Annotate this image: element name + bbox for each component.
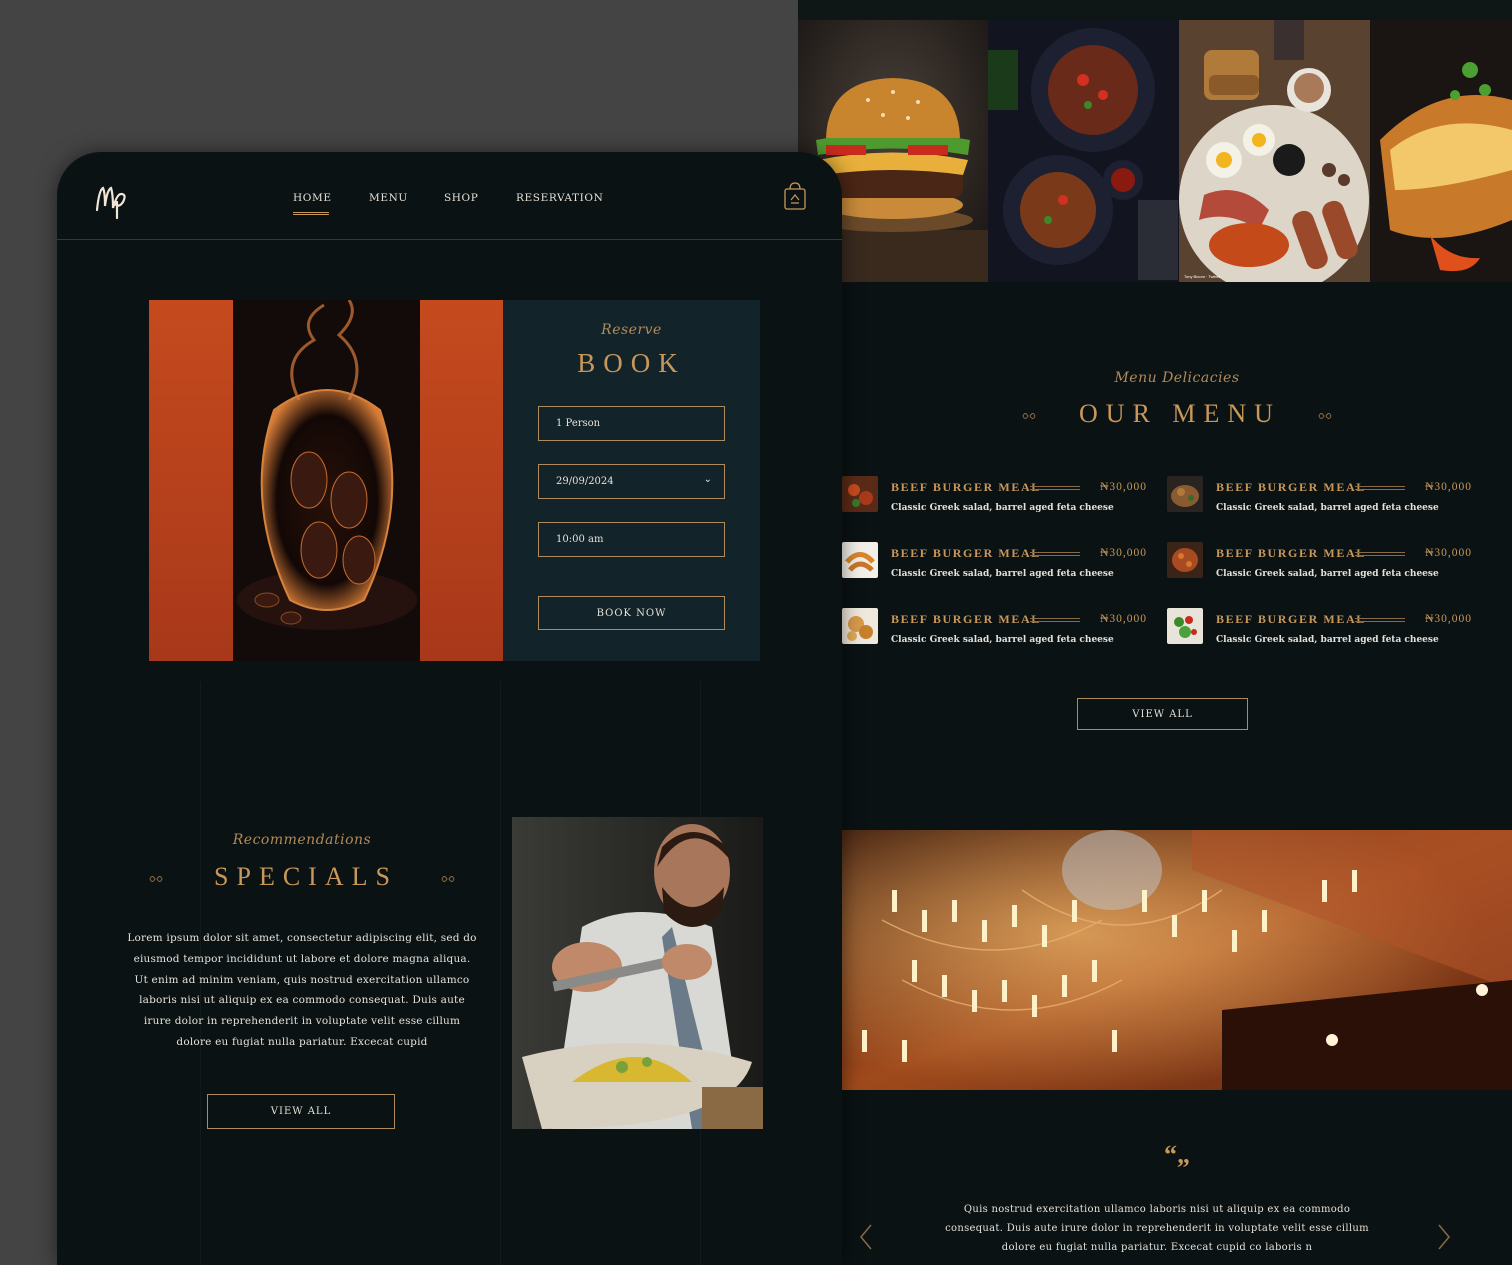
dish-thumbnail bbox=[842, 542, 878, 578]
svg-text:Tony Bloom · Twitter: Tony Bloom · Twitter bbox=[1184, 274, 1221, 279]
menu-item-price: ₦30,000 bbox=[1425, 547, 1472, 559]
menu-view-all-button[interactable]: VIEW ALL bbox=[1077, 698, 1248, 730]
menu-item[interactable]: BEEF BURGER MEAL ₦30,000 Classic Greek s… bbox=[842, 538, 1147, 582]
menu-item-price: ₦30,000 bbox=[1100, 613, 1147, 625]
booking-script-title: Reserve bbox=[601, 322, 662, 338]
menu-item-price: ₦30,000 bbox=[1100, 481, 1147, 493]
menu-item-price: ₦30,000 bbox=[1425, 481, 1472, 493]
divider bbox=[1030, 618, 1080, 622]
breakfast-photo: Tony Bloom · Twitter bbox=[1179, 20, 1370, 282]
menu-item[interactable]: BEEF BURGER MEAL ₦30,000 Classic Greek s… bbox=[842, 604, 1147, 648]
menu-item-description: Classic Greek salad, barrel aged feta ch… bbox=[1216, 569, 1439, 579]
menu-item-name: BEEF BURGER MEAL bbox=[1216, 480, 1366, 494]
dish-thumbnail bbox=[1167, 608, 1203, 644]
specials-script-title: Recommendations bbox=[232, 832, 372, 848]
menu-page-screen: Tony Bloom · Twitter Menu Delicacies OUR… bbox=[798, 0, 1512, 1265]
top-strip bbox=[798, 0, 1512, 20]
menu-item-name: BEEF BURGER MEAL bbox=[891, 480, 1041, 494]
menu-item-name: BEEF BURGER MEAL bbox=[891, 612, 1041, 626]
menu-title-row: OUR MENU bbox=[842, 399, 1512, 429]
pasta-plates-photo bbox=[988, 20, 1179, 282]
divider bbox=[1355, 486, 1405, 490]
menu-item[interactable]: BEEF BURGER MEAL ₦30,000 Classic Greek s… bbox=[1167, 604, 1472, 648]
divider bbox=[1355, 618, 1405, 622]
specials-view-all-button[interactable]: VIEW ALL bbox=[207, 1094, 395, 1129]
menu-title: OUR MENU bbox=[1079, 399, 1281, 428]
dish-thumbnail bbox=[842, 608, 878, 644]
menu-item[interactable]: BEEF BURGER MEAL ₦30,000 Classic Greek s… bbox=[1167, 538, 1472, 582]
menu-item-price: ₦30,000 bbox=[1425, 613, 1472, 625]
active-nav-indicator bbox=[293, 212, 329, 215]
menu-item-name: BEEF BURGER MEAL bbox=[891, 546, 1041, 560]
divider bbox=[1355, 552, 1405, 556]
divider bbox=[1030, 486, 1080, 490]
ornament-icon bbox=[1021, 413, 1036, 420]
nav-shop[interactable]: SHOP bbox=[444, 192, 478, 204]
specials-title: SPECIALS bbox=[214, 862, 398, 891]
specials-title-row: SPECIALS bbox=[127, 862, 477, 892]
dish-thumbnail bbox=[1167, 542, 1203, 578]
menu-item-name: BEEF BURGER MEAL bbox=[1216, 546, 1366, 560]
restaurant-interior-photo bbox=[842, 830, 1512, 1090]
date-field[interactable]: 29/09/2024 ⌄ bbox=[538, 464, 725, 499]
menu-section: Menu Delicacies OUR MENU BEEF BURGER MEA… bbox=[842, 370, 1512, 730]
menu-item[interactable]: BEEF BURGER MEAL ₦30,000 Classic Greek s… bbox=[842, 472, 1147, 516]
testimonial-text: Quis nostrud exercitation ullamco labori… bbox=[945, 1204, 1369, 1253]
shopping-bag-icon[interactable] bbox=[784, 182, 806, 210]
menu-item-name: BEEF BURGER MEAL bbox=[1216, 612, 1366, 626]
persons-field[interactable]: 1 Person bbox=[538, 406, 725, 441]
chef-photo bbox=[512, 817, 763, 1129]
menu-item[interactable]: BEEF BURGER MEAL ₦30,000 Classic Greek s… bbox=[1167, 472, 1472, 516]
ornament-icon bbox=[441, 876, 455, 883]
ornament-icon bbox=[1318, 413, 1333, 420]
grid-line bbox=[500, 682, 501, 1265]
enchilada-photo bbox=[1370, 20, 1512, 282]
nav-home[interactable]: HOME bbox=[293, 192, 332, 204]
dish-thumbnail bbox=[842, 476, 878, 512]
chevron-down-icon: ⌄ bbox=[703, 474, 712, 485]
nav-reservation[interactable]: RESERVATION bbox=[516, 192, 603, 204]
menu-item-description: Classic Greek salad, barrel aged feta ch… bbox=[1216, 503, 1439, 513]
menu-item-price: ₦30,000 bbox=[1100, 547, 1147, 559]
quote-mark: “„ bbox=[1164, 1140, 1190, 1169]
dish-thumbnail bbox=[1167, 476, 1203, 512]
time-field[interactable]: 10:00 am bbox=[538, 522, 725, 557]
menu-item-description: Classic Greek salad, barrel aged feta ch… bbox=[891, 569, 1114, 579]
nav-menu[interactable]: MENU bbox=[369, 192, 408, 204]
booking-panel: Reserve BOOK 1 Person 29/09/2024 ⌄ 10:00… bbox=[503, 300, 760, 661]
hero-image bbox=[149, 300, 503, 661]
logo-monogram[interactable] bbox=[93, 180, 133, 220]
divider bbox=[1030, 552, 1080, 556]
arrow-left-icon[interactable] bbox=[856, 1222, 876, 1252]
date-value: 29/09/2024 bbox=[556, 476, 614, 487]
menu-script-title: Menu Delicacies bbox=[1114, 370, 1240, 386]
ornament-icon bbox=[148, 876, 163, 883]
home-page-screen: HOME MENU SHOP RESERVATION Reserve BOOK … bbox=[57, 152, 842, 1265]
menu-item-description: Classic Greek salad, barrel aged feta ch… bbox=[891, 503, 1114, 513]
menu-item-description: Classic Greek salad, barrel aged feta ch… bbox=[1216, 635, 1439, 645]
booking-title: BOOK bbox=[577, 348, 686, 378]
arrow-right-icon[interactable] bbox=[1434, 1222, 1454, 1252]
header: HOME MENU SHOP RESERVATION bbox=[57, 152, 842, 240]
menu-item-description: Classic Greek salad, barrel aged feta ch… bbox=[891, 635, 1114, 645]
testimonial-section: “„ Quis nostrud exercitation ullamco lab… bbox=[842, 1090, 1512, 1265]
book-now-button[interactable]: BOOK NOW bbox=[538, 596, 725, 630]
specials-description: Lorem ipsum dolor sit amet, consectetur … bbox=[127, 932, 477, 1048]
